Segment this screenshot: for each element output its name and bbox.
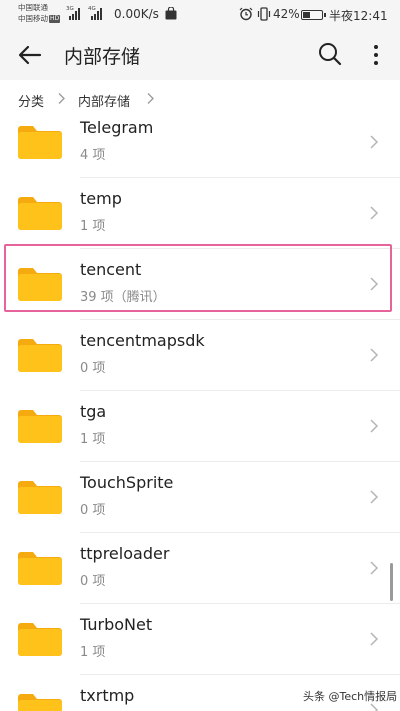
folder-icon	[18, 268, 62, 301]
page-title: 内部存储	[64, 46, 141, 68]
network-speed: 0.00K/s	[114, 7, 159, 21]
battery-icon	[301, 10, 326, 20]
folder-item-count: 39 项（腾讯）	[80, 290, 166, 305]
chevron-right-icon	[147, 93, 154, 104]
folder-name: tencentmapsdk	[80, 331, 205, 350]
folder-item-ttpreloader[interactable]: ttpreloader 0 项	[0, 533, 400, 604]
folder-name: tencent	[80, 260, 142, 279]
folder-name: Telegram	[80, 118, 154, 137]
folder-name: TouchSprite	[80, 473, 174, 492]
folder-icon	[18, 410, 62, 443]
chevron-right-icon	[370, 490, 379, 504]
chevron-right-icon	[370, 561, 379, 575]
folder-icon	[18, 623, 62, 656]
folder-item-count: 4 项	[80, 148, 106, 163]
folder-name: tga	[80, 402, 107, 421]
folder-item-count: 1 项	[80, 219, 106, 234]
chevron-right-icon	[370, 348, 379, 362]
watermark: 头条 @Tech情报局	[303, 690, 398, 703]
folder-icon	[18, 197, 62, 230]
chevron-right-icon	[370, 135, 379, 149]
folder-item-count: 0 项	[80, 503, 106, 518]
signal-icon: 3G	[66, 6, 80, 20]
folder-item-tencentmapsdk[interactable]: tencentmapsdk 0 项	[0, 320, 400, 391]
chevron-right-icon	[370, 206, 379, 220]
carrier-2: 中国移动	[18, 14, 48, 23]
shopping-bag-icon	[165, 7, 177, 20]
folder-name: temp	[80, 189, 122, 208]
breadcrumb-item-category[interactable]: 分类	[18, 91, 44, 110]
signal-icon: 4G	[88, 6, 102, 20]
file-list: Telegram 4 项 temp 1 项 tencent 39 项（腾讯） tencent…	[0, 116, 400, 711]
vibrate-icon	[257, 7, 271, 21]
hd-badge: HD	[49, 15, 61, 23]
folder-item-count: 1 项	[80, 645, 106, 660]
clock: 半夜12:41	[329, 9, 388, 23]
folder-item-temp[interactable]: temp 1 项	[0, 178, 400, 249]
folder-icon	[18, 339, 62, 372]
folder-name: TurboNet	[80, 615, 153, 634]
folder-item-touchsprite[interactable]: TouchSprite 0 项	[0, 462, 400, 533]
folder-item-count: 0 项	[80, 574, 106, 589]
status-bar: 中国联通 中国移动 HD 3G 4G 0.00K/s 42% 半夜12:41	[0, 0, 400, 30]
folder-item-turbonet[interactable]: TurboNet 1 项	[0, 604, 400, 675]
carrier-1: 中国联通	[18, 3, 48, 12]
folder-item-count: 1 项	[80, 432, 106, 447]
scrollbar-thumb[interactable]	[390, 563, 393, 601]
folder-name: ttpreloader	[80, 544, 170, 563]
folder-icon	[18, 552, 62, 585]
chevron-right-icon	[58, 93, 65, 104]
folder-icon	[18, 126, 62, 159]
alarm-icon	[239, 7, 253, 21]
breadcrumb: 分类 内部存储	[0, 80, 400, 116]
app-bar: 内部存储	[0, 30, 400, 80]
breadcrumb-item-internal-storage[interactable]: 内部存储	[78, 91, 130, 110]
chevron-right-icon	[370, 277, 379, 291]
folder-item-tga[interactable]: tga 1 项	[0, 391, 400, 462]
chevron-right-icon	[370, 419, 379, 433]
folder-item-tencent[interactable]: tencent 39 项（腾讯）	[0, 249, 400, 320]
more-vertical-icon[interactable]	[366, 41, 386, 69]
folder-icon	[18, 481, 62, 514]
carrier-info: 中国联通 中国移动 HD	[18, 2, 61, 24]
back-arrow-icon[interactable]	[16, 41, 44, 69]
battery-fill	[303, 12, 311, 18]
folder-item-telegram[interactable]: Telegram 4 项	[0, 116, 400, 178]
folder-name: txrtmp	[80, 686, 135, 705]
battery-percent: 42%	[273, 7, 300, 21]
chevron-right-icon	[370, 632, 379, 646]
search-icon[interactable]	[317, 41, 343, 67]
folder-item-count: 0 项	[80, 361, 106, 376]
folder-icon	[18, 694, 62, 711]
